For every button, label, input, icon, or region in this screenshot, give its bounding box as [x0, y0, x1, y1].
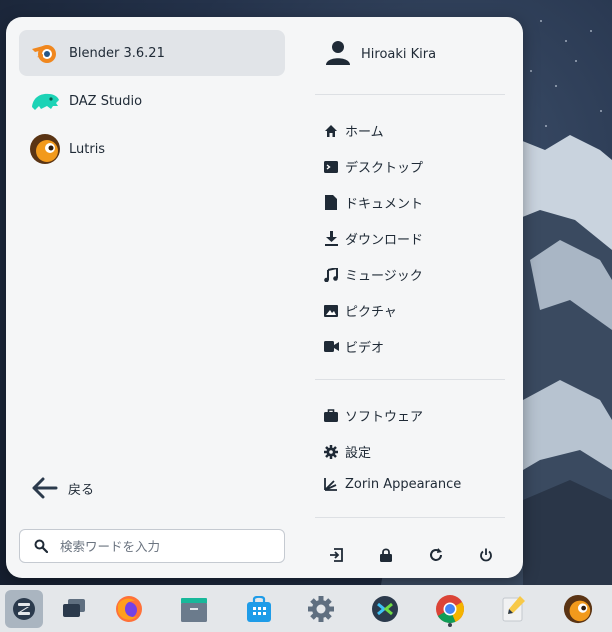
taskbar	[0, 585, 612, 632]
log-out-icon	[330, 548, 343, 562]
user-avatar-icon	[325, 39, 351, 69]
text-editor-button[interactable]	[495, 590, 533, 628]
lock-button[interactable]	[373, 539, 399, 571]
app-label: Blender 3.6.21	[69, 45, 165, 61]
back-button[interactable]: 戻る	[32, 477, 94, 499]
app-item-lutris[interactable]: Lutris	[19, 126, 285, 172]
search-box[interactable]	[19, 529, 285, 563]
pictures-icon	[323, 303, 339, 319]
search-input[interactable]	[58, 537, 272, 555]
workspaces-button[interactable]	[55, 590, 93, 628]
session-actions	[315, 539, 515, 571]
start-menu: Blender 3.6.21 DAZ Studio Lutris 戻る 検索ワー…	[6, 17, 523, 578]
app-label: DAZ Studio	[69, 93, 143, 109]
place-label: ダウンロード	[345, 233, 424, 248]
files-icon	[181, 598, 207, 622]
software-store-button[interactable]	[240, 590, 278, 628]
software-store-icon	[247, 596, 271, 622]
zorin-menu-icon	[13, 598, 35, 620]
desktop-icon	[323, 159, 339, 175]
lutris-taskbar-button[interactable]	[559, 590, 597, 628]
user-button[interactable]: Hiroaki Kira	[325, 39, 436, 69]
files-button[interactable]	[175, 590, 213, 628]
firefox-button[interactable]	[110, 590, 148, 628]
power-icon	[480, 548, 492, 562]
system-software[interactable]: ソフトウェア	[323, 406, 423, 425]
video-icon	[323, 339, 339, 355]
lutris-icon	[29, 133, 61, 165]
remote-desktop-button[interactable]	[366, 590, 404, 628]
place-label: ビデオ	[345, 341, 385, 356]
place-label: ピクチャ	[345, 305, 397, 320]
settings-icon	[323, 444, 339, 460]
text-editor-icon	[502, 596, 525, 622]
lutris-icon	[563, 594, 593, 624]
user-name: Hiroaki Kira	[361, 46, 437, 62]
place-label: ミュージック	[345, 269, 423, 284]
app-item-daz-studio[interactable]: DAZ Studio	[19, 78, 285, 124]
place-videos[interactable]: ビデオ	[323, 337, 384, 356]
place-home[interactable]: ホーム	[323, 121, 384, 140]
workspaces-icon	[63, 599, 85, 617]
separator	[315, 379, 505, 380]
home-icon	[323, 123, 339, 139]
lock-icon	[380, 548, 392, 562]
separator	[315, 94, 505, 95]
separator	[315, 517, 505, 518]
search-icon	[34, 539, 48, 553]
power-button[interactable]	[473, 539, 499, 571]
zorin-appearance-icon	[323, 476, 339, 492]
restart-button[interactable]	[423, 539, 449, 571]
system-zorin-appearance[interactable]: Zorin Appearance	[323, 476, 461, 492]
place-downloads[interactable]: ダウンロード	[323, 229, 423, 248]
app-list-panel: Blender 3.6.21 DAZ Studio Lutris 戻る 検索ワー…	[6, 17, 306, 578]
blender-icon	[29, 37, 61, 69]
app-item-blender[interactable]: Blender 3.6.21	[19, 30, 285, 76]
places-panel: Hiroaki Kira ホーム デスクトップ ドキュメント ダウンロード ミュ…	[315, 17, 515, 578]
software-icon	[323, 408, 339, 424]
remote-desktop-icon	[372, 596, 398, 622]
system-label: 設定	[345, 446, 372, 461]
back-label: 戻る	[68, 482, 95, 498]
arrow-left-icon	[32, 477, 58, 499]
download-icon	[323, 231, 339, 247]
settings-icon	[308, 596, 334, 622]
music-icon	[323, 267, 339, 283]
place-pictures[interactable]: ピクチャ	[323, 301, 397, 320]
system-label: ソフトウェア	[345, 410, 424, 425]
document-icon	[323, 195, 339, 211]
place-label: デスクトップ	[345, 161, 424, 176]
app-label: Lutris	[69, 141, 106, 157]
settings-button[interactable]	[302, 590, 340, 628]
chrome-icon	[436, 595, 464, 624]
place-music[interactable]: ミュージック	[323, 265, 423, 284]
place-label: ホーム	[345, 125, 384, 140]
daz-studio-icon	[29, 85, 61, 117]
log-out-button[interactable]	[323, 539, 349, 571]
system-settings[interactable]: 設定	[323, 442, 371, 461]
place-documents[interactable]: ドキュメント	[323, 193, 423, 212]
running-indicator	[448, 623, 452, 627]
place-label: ドキュメント	[345, 197, 424, 212]
chrome-button[interactable]	[431, 590, 469, 628]
place-desktop[interactable]: デスクトップ	[323, 157, 423, 176]
system-label: Zorin Appearance	[345, 476, 462, 492]
firefox-icon	[116, 596, 142, 622]
zorin-menu-button[interactable]	[5, 590, 43, 628]
restart-icon	[430, 548, 442, 561]
